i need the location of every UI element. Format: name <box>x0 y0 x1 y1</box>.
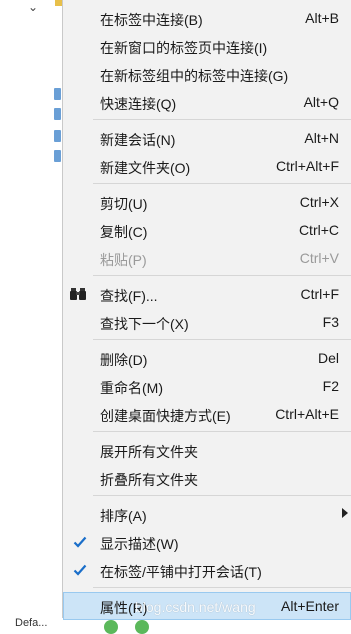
menu-item-label: 展开所有文件夹 <box>100 444 198 460</box>
menu-separator <box>93 119 351 120</box>
menu-item-connect-new-window-tab[interactable]: 在新窗口的标签页中连接(I) <box>63 32 351 60</box>
menu-separator <box>93 431 351 432</box>
menu-item-quick-connect[interactable]: 快速连接(Q) Alt+Q <box>63 88 351 116</box>
menu-item-sort[interactable]: 排序(A) <box>63 500 351 528</box>
menu-item-copy[interactable]: 复制(C) Ctrl+C <box>63 216 351 244</box>
submenu-arrow-icon <box>342 508 348 518</box>
menu-item-shortcut: Ctrl+X <box>299 194 339 210</box>
menu-item-shortcut: F2 <box>322 378 339 394</box>
menu-item-label: 显示描述(W) <box>100 536 179 552</box>
session-icon <box>54 150 61 162</box>
menu-separator <box>93 495 351 496</box>
menu-item-collapse-all[interactable]: 折叠所有文件夹 <box>63 464 351 492</box>
menu-item-label: 粘贴(P) <box>100 252 147 268</box>
session-icon <box>54 130 61 142</box>
menu-item-cut[interactable]: 剪切(U) Ctrl+X <box>63 188 351 216</box>
menu-item-find[interactable]: 查找(F)... Ctrl+F <box>63 280 351 308</box>
menu-item-find-next[interactable]: 查找下一个(X) F3 <box>63 308 351 336</box>
menu-item-new-folder[interactable]: 新建文件夹(O) Ctrl+Alt+F <box>63 152 351 180</box>
chevron-down-icon[interactable]: ⌄ <box>28 0 38 14</box>
checkmark-icon <box>73 563 87 577</box>
menu-item-connect-new-tab-group[interactable]: 在新标签组中的标签中连接(G) <box>63 60 351 88</box>
bottom-text: Defa... <box>15 617 48 629</box>
menu-item-show-description[interactable]: 显示描述(W) <box>63 528 351 556</box>
menu-item-label: 新建会话(N) <box>100 132 176 148</box>
menu-separator <box>93 339 351 340</box>
menu-item-shortcut: Alt+Q <box>303 94 339 110</box>
menu-item-shortcut: F3 <box>322 314 339 330</box>
session-tree-background: ⌄ <box>0 0 63 628</box>
menu-item-label: 查找下一个(X) <box>100 316 189 332</box>
menu-item-expand-all[interactable]: 展开所有文件夹 <box>63 436 351 464</box>
menu-item-shortcut: Del <box>317 350 339 366</box>
menu-item-new-session[interactable]: 新建会话(N) Alt+N <box>63 124 351 152</box>
menu-item-create-desktop-shortcut[interactable]: 创建桌面快捷方式(E) Ctrl+Alt+E <box>63 400 351 428</box>
status-dot-icon <box>135 620 149 634</box>
menu-item-rename[interactable]: 重命名(M) F2 <box>63 372 351 400</box>
menu-item-shortcut: Ctrl+V <box>299 250 339 266</box>
menu-item-shortcut: Ctrl+Alt+E <box>275 406 339 422</box>
menu-item-paste: 粘贴(P) Ctrl+V <box>63 244 351 272</box>
menu-item-shortcut: Alt+N <box>304 130 339 146</box>
menu-item-label: 重命名(M) <box>100 380 163 396</box>
menu-item-label: 排序(A) <box>100 508 147 524</box>
menu-item-shortcut: Alt+B <box>305 10 339 26</box>
menu-item-label: 剪切(U) <box>100 196 148 212</box>
status-dot-icon <box>104 620 118 634</box>
menu-item-label: 新建文件夹(O) <box>100 160 191 176</box>
menu-item-properties[interactable]: 属性(R) Alt+Enter <box>63 592 351 620</box>
menu-item-open-in-tab-tile[interactable]: 在标签/平铺中打开会话(T) <box>63 556 351 584</box>
session-icon <box>54 108 61 120</box>
menu-item-label: 创建桌面快捷方式(E) <box>100 408 231 424</box>
menu-item-label: 快速连接(Q) <box>100 96 177 112</box>
menu-separator <box>93 587 351 588</box>
menu-item-label: 在新窗口的标签页中连接(I) <box>100 40 268 56</box>
menu-item-label: 属性(R) <box>100 600 148 616</box>
menu-item-shortcut: Ctrl+C <box>298 222 339 238</box>
menu-item-label: 查找(F)... <box>100 288 158 304</box>
menu-item-label: 删除(D) <box>100 352 148 368</box>
checkmark-icon <box>73 535 87 549</box>
menu-item-label: 在标签中连接(B) <box>100 12 203 28</box>
binoculars-icon <box>69 287 89 301</box>
menu-item-connect-in-tab[interactable]: 在标签中连接(B) Alt+B <box>63 4 351 32</box>
menu-separator <box>93 183 351 184</box>
menu-item-delete[interactable]: 删除(D) Del <box>63 344 351 372</box>
menu-item-label: 在新标签组中的标签中连接(G) <box>100 68 289 84</box>
menu-item-shortcut: Ctrl+Alt+F <box>275 158 339 174</box>
menu-item-label: 复制(C) <box>100 224 148 240</box>
menu-item-label: 折叠所有文件夹 <box>100 472 198 488</box>
session-icon <box>54 88 61 100</box>
menu-item-shortcut: Ctrl+F <box>300 286 340 302</box>
context-menu: 在标签中连接(B) Alt+B 在新窗口的标签页中连接(I) 在新标签组中的标签… <box>62 0 351 620</box>
menu-item-shortcut: Alt+Enter <box>281 598 339 614</box>
menu-item-label: 在标签/平铺中打开会话(T) <box>100 564 262 580</box>
menu-separator <box>93 275 351 276</box>
